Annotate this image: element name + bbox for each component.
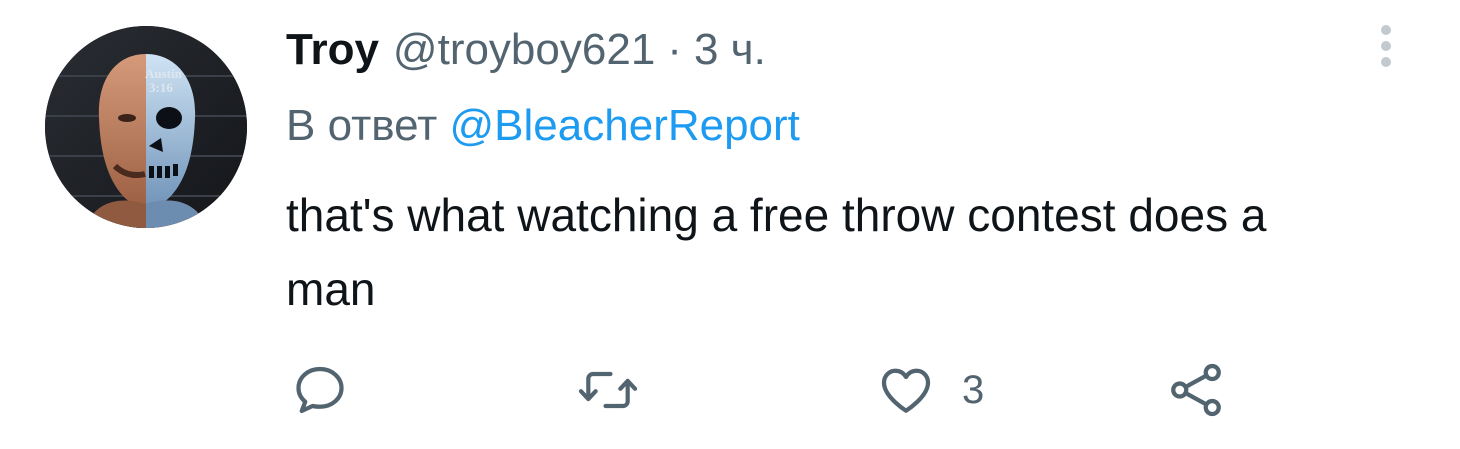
tweet-actions: 3 bbox=[290, 358, 1250, 422]
share-button[interactable] bbox=[1166, 358, 1226, 422]
reply-icon bbox=[296, 366, 344, 414]
more-dot bbox=[1381, 25, 1391, 35]
tweet-timestamp[interactable]: 3 ч. bbox=[694, 22, 766, 78]
avatar[interactable]: Austin 3:16 bbox=[45, 26, 247, 228]
svg-text:3:16: 3:16 bbox=[149, 80, 173, 95]
reply-button[interactable] bbox=[290, 358, 350, 422]
retweet-icon bbox=[578, 371, 638, 409]
share-icon bbox=[1171, 363, 1221, 417]
svg-text:Austin: Austin bbox=[145, 66, 183, 81]
heart-icon bbox=[881, 368, 931, 413]
avatar-image: Austin 3:16 bbox=[45, 26, 247, 228]
more-dot bbox=[1381, 57, 1391, 67]
separator-dot: · bbox=[667, 25, 682, 74]
author-name[interactable]: Troy bbox=[286, 22, 379, 78]
author-handle[interactable]: @troyboy621 bbox=[393, 22, 655, 78]
more-options-icon[interactable] bbox=[1366, 20, 1406, 72]
reply-context: В ответ @BleacherReport bbox=[286, 98, 800, 154]
retweet-button[interactable] bbox=[576, 358, 640, 422]
tweet-header: Troy @troyboy621 · 3 ч. bbox=[286, 22, 766, 78]
reply-mention-link[interactable]: @BleacherReport bbox=[450, 101, 800, 150]
more-dot bbox=[1381, 41, 1391, 51]
reply-prefix: В ответ bbox=[286, 101, 438, 150]
tweet-card[interactable]: Austin 3:16 Troy @troyboy621 · 3 ч. В от… bbox=[0, 0, 1460, 449]
like-count: 3 bbox=[962, 367, 985, 412]
like-button[interactable]: 3 bbox=[876, 358, 984, 422]
tweet-text: that's what watching a free throw contes… bbox=[286, 189, 1267, 315]
